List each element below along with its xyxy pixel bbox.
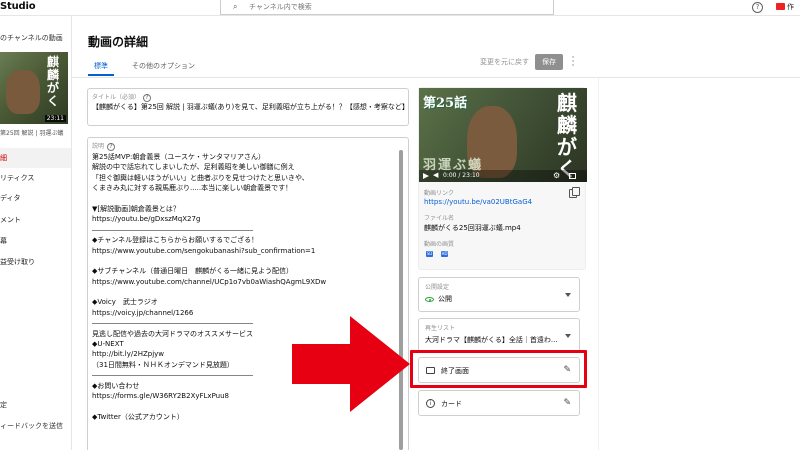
description-line — [92, 194, 402, 204]
arrow-shape — [292, 316, 410, 412]
cards-row[interactable]: i カード ✎ — [418, 390, 580, 416]
sidebar-item-editor[interactable]: ディタ — [0, 188, 71, 208]
video-quality-label: 動画の画質 — [424, 241, 455, 248]
visibility-value: 公開 — [438, 295, 452, 303]
copy-icon[interactable] — [569, 187, 580, 198]
studio-app: Studio ⌕ ? 作 のチャンネルの動画 麒麟がく 23:11 第25回 解… — [0, 0, 800, 450]
volume-icon[interactable]: ◀ — [433, 171, 438, 179]
description-field-label-row: 説明? — [92, 141, 116, 151]
fullscreen-icon[interactable] — [569, 173, 576, 179]
description-line: 第25話MVP:朝倉義景（ユースケ・サンタマリアさん） — [92, 153, 265, 161]
tabs-divider — [72, 77, 800, 78]
sidebar-video-thumbnail[interactable]: 麒麟がく 23:11 — [0, 52, 68, 124]
sidebar: のチャンネルの動画 麒麟がく 23:11 第25回 解説 | 羽運ぶ蟻 細 リテ… — [0, 16, 72, 450]
question-icon[interactable]: ? — [752, 2, 763, 13]
sd-quality-badge: SD — [426, 251, 433, 257]
more-vert-icon[interactable]: · · · — [570, 54, 576, 71]
playlist-value: 大河ドラマ【麒麟がくる】全話｜首遠わ... — [425, 336, 558, 344]
visibility-value-row: 公開 — [425, 294, 452, 304]
end-screen-highlight-box — [410, 350, 587, 388]
description-line: 解説の中で話忘れてしまいしたが、足利義昭を美しい御膳に例え — [92, 163, 295, 172]
description-line: ――――――――――――――――――――――― — [92, 225, 253, 234]
page-title: 動画の詳細 — [88, 35, 149, 49]
help-icon[interactable]: ? — [107, 142, 116, 151]
description-line: くまきみ丸に対する親馬鹿ぶり.....本当に楽しい朝倉義景です！ — [92, 184, 293, 193]
play-icon[interactable] — [423, 173, 429, 179]
video-player[interactable]: 第25話 麒麟がくる 羽運ぶ蟻 ◀ 0:00 / 23:10 ⚙ — [419, 88, 587, 182]
player-controls: ◀ 0:00 / 23:10 ⚙ — [419, 170, 587, 182]
help-icon[interactable]: ? — [143, 93, 152, 102]
description-line: ▼[解説動画]朝倉義景とは？ — [92, 204, 180, 213]
thumbnail-figure — [6, 70, 40, 114]
visibility-label: 公開設定 — [425, 284, 450, 291]
video-link-label: 動画リンク — [424, 190, 455, 197]
description-field-label: 説明 — [92, 143, 105, 150]
create-label: 作 — [787, 3, 794, 11]
description-line: https://www.youtube.com/sengokubanashi?s… — [92, 246, 316, 255]
pencil-icon[interactable]: ✎ — [563, 398, 571, 408]
sidebar-item-subtitles[interactable]: 幕 — [0, 231, 71, 251]
description-line: 「担ぐ御輿は軽いほうがいい」と曲者ぶりを見せつけたと思いきや、 — [92, 173, 309, 182]
thumbnail-title-text: 麒麟がく — [47, 55, 60, 108]
cards-label: カード — [441, 400, 462, 408]
title-input-value[interactable]: 【麒麟がくる】第25回 解説 | 羽運ぶ蟻(あり)を見て、足利義昭が立ち上がる！… — [92, 102, 409, 112]
search-input[interactable] — [249, 1, 539, 13]
file-name-label: ファイル名 — [424, 215, 455, 222]
settings-gear-icon[interactable]: ⚙ — [553, 171, 560, 180]
create-button[interactable]: 作 — [776, 2, 800, 14]
undo-changes-button[interactable]: 変更を元に戻す — [480, 57, 529, 67]
sidebar-video-caption: 第25回 解説 | 羽運ぶ蟻 — [0, 130, 64, 137]
sidebar-item-details[interactable]: 細 — [0, 148, 71, 168]
description-line: ◆Voicy 武士ラジオ — [92, 298, 158, 307]
sidebar-item-comments[interactable]: メント — [0, 210, 71, 230]
video-preview-card: 第25話 麒麟がくる 羽運ぶ蟻 ◀ 0:00 / 23:10 ⚙ 動画リンク h… — [418, 87, 587, 270]
description-line: ◆Twitter（公式アカウント） — [92, 412, 184, 421]
sidebar-item-feedback[interactable]: ィードバックを送信 — [0, 421, 63, 431]
info-icon: i — [426, 399, 435, 408]
eye-icon — [425, 296, 434, 302]
chevron-down-icon[interactable] — [565, 334, 571, 338]
sidebar-item-monetization[interactable]: 益受け取り — [0, 252, 71, 272]
video-title-text: 麒麟がくる — [557, 91, 577, 182]
player-time: 0:00 / 23:10 — [443, 172, 480, 179]
description-line — [92, 256, 402, 266]
description-line: ◆サブチャンネル（普通日曜日 麒麟がくる一緒に見よう配信） — [92, 267, 294, 276]
video-link[interactable]: https://youtu.be/va02UBtGaG4 — [424, 198, 532, 206]
sidebar-item-analytics[interactable]: リティクス — [0, 168, 71, 188]
title-field[interactable]: タイトル（必須）? 【麒麟がくる】第25回 解説 | 羽運ぶ蟻(あり)を見て、足… — [87, 88, 409, 126]
sidebar-item-settings[interactable]: 定 — [0, 400, 7, 410]
save-button[interactable]: 保存 — [535, 54, 563, 70]
video-camera-icon — [776, 3, 785, 10]
description-line: https://www.youtube.com/channel/UCp1o7vb… — [92, 277, 327, 286]
thumbnail-duration: 23:11 — [44, 115, 66, 122]
back-to-channel-videos[interactable]: のチャンネルの動画 — [0, 33, 63, 43]
search-box[interactable]: ⌕ — [220, 0, 554, 15]
right-panel-divider — [598, 78, 599, 450]
top-bar: Studio ⌕ ? 作 — [0, 0, 800, 16]
file-name: 麒麟がくる25回羽運ぶ蟻.mp4 — [424, 224, 521, 232]
tab-more-options[interactable]: その他のオプション — [132, 61, 195, 71]
search-icon[interactable]: ⌕ — [233, 2, 237, 12]
studio-logo[interactable]: Studio — [0, 1, 36, 12]
playlist-label: 再生リスト — [425, 325, 456, 332]
chevron-down-icon[interactable] — [565, 293, 571, 297]
description-line: ◆チャンネル登録はこちらからお願いするでござる！ — [92, 236, 259, 245]
tab-standard[interactable]: 標準 — [94, 61, 108, 71]
description-line: https://youtu.be/gDxszMqX27g — [92, 215, 201, 224]
visibility-dropdown[interactable]: 公開設定 公開 — [418, 277, 580, 312]
red-arrow-annotation — [292, 316, 410, 412]
hd-quality-badge: HD — [441, 251, 448, 257]
description-line — [92, 287, 402, 297]
active-tab-indicator — [88, 74, 114, 76]
playlist-dropdown[interactable]: 再生リスト 大河ドラマ【麒麟がくる】全話｜首遠わ... — [418, 318, 580, 353]
title-field-label: タイトル（必須） — [92, 94, 141, 101]
episode-text: 第25話 — [423, 96, 468, 111]
title-field-label-row: タイトル（必須）? — [92, 92, 152, 102]
